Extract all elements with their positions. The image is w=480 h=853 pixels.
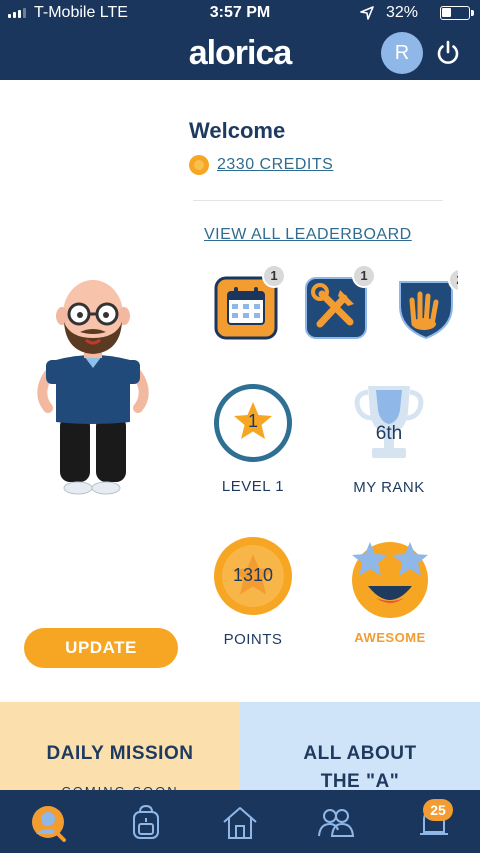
daily-mission-card[interactable]: DAILY MISSION COMING SOON [0,702,240,792]
badge-hands[interactable]: 2 [394,270,458,346]
view-leaderboard-link[interactable]: VIEW ALL LEADERBOARD [204,226,412,244]
credits-link[interactable]: 2330 CREDITS [189,155,333,175]
credits-label: 2330 CREDITS [217,156,334,173]
battery-icon [440,6,474,20]
rank-value: 6th [375,423,403,444]
character-avatar [37,280,149,495]
notification-count-badge: 25 [423,799,453,821]
profile-avatar-button[interactable]: R [381,32,423,74]
tab-team-icon[interactable] [316,802,356,842]
power-icon[interactable] [434,39,462,67]
rank-label: MY RANK [353,479,425,496]
badge-count: 1 [262,264,286,288]
daily-mission-title: DAILY MISSION [46,743,194,764]
coin-icon [189,155,209,175]
update-button[interactable]: UPDATE [24,628,178,668]
points-label: POINTS [223,631,283,648]
level-label: LEVEL 1 [221,478,285,495]
level-ring: 1 [214,384,292,462]
level-number: 1 [247,411,258,431]
tab-home-icon[interactable] [220,802,260,842]
divider [193,200,443,201]
status-bar: T-Mobile LTE 3:57 PM 32% [0,0,480,26]
welcome-heading: Welcome [189,118,286,143]
badge-tools[interactable]: 1 [304,264,376,340]
about-title-line1: ALL ABOUT [303,743,417,764]
points-value: 1310 [232,565,274,585]
app-header: alorica R [0,26,480,80]
badge-count: 1 [352,264,376,288]
all-about-a-card[interactable]: ALL ABOUT THE "A" [240,702,480,792]
location-arrow-icon [360,6,374,20]
battery-percent: 32% [385,4,418,21]
badge-calendar[interactable]: 1 [214,264,286,340]
about-title-line2: THE "A" [320,771,400,792]
tab-bar [0,790,480,853]
tab-profile-icon[interactable] [28,802,68,842]
tab-backpack-icon[interactable] [126,802,166,842]
star-eyes-emoji-icon[interactable] [344,534,436,620]
mood-label: AWESOME [354,630,426,645]
